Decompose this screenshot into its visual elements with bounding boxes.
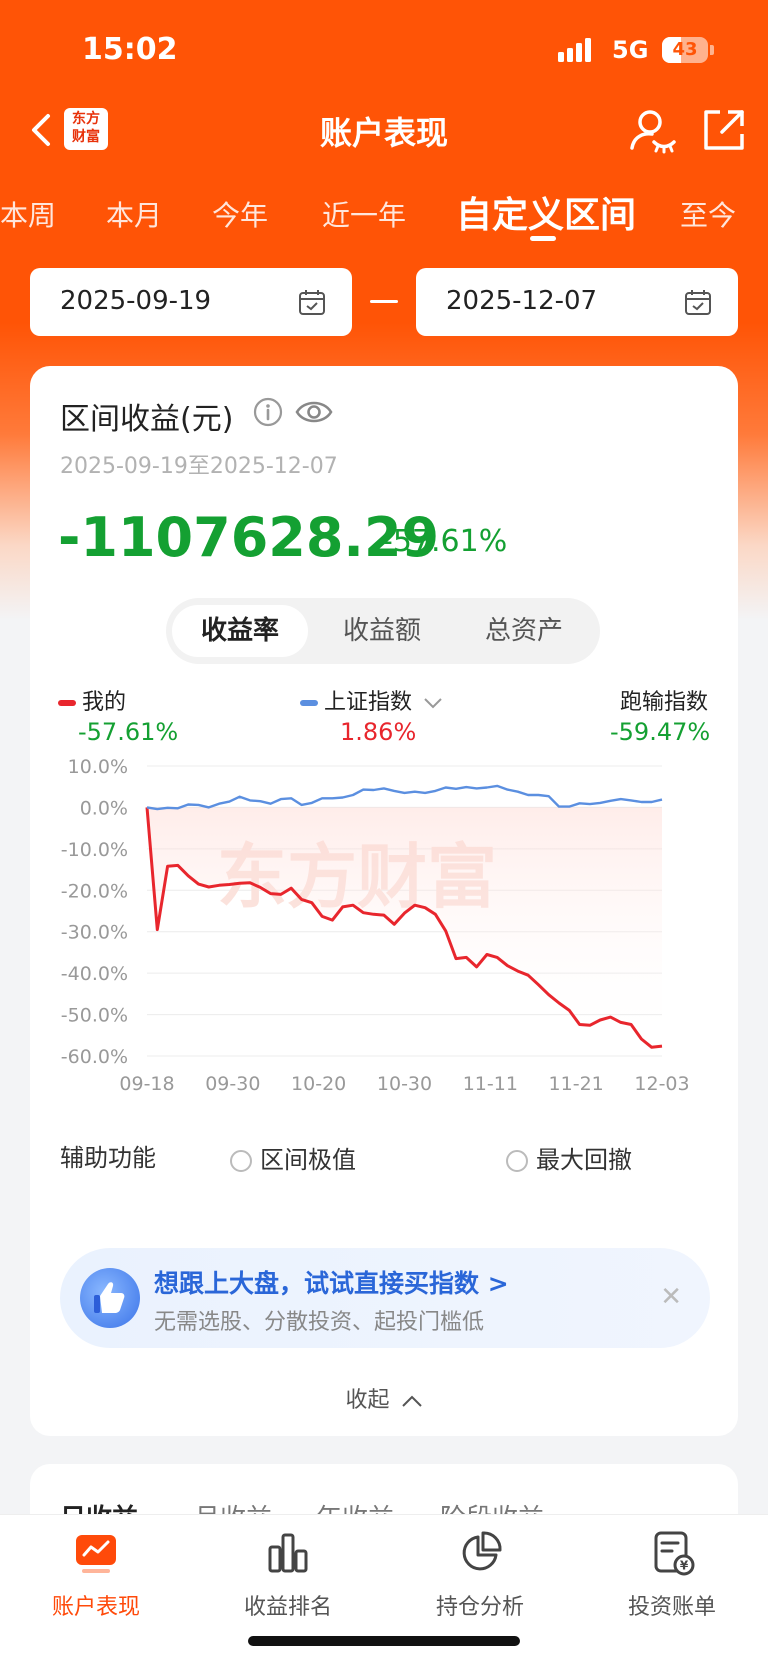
series-line-sse-index bbox=[146, 784, 663, 811]
x-tick-label: 09-30 bbox=[205, 1073, 260, 1095]
back-icon[interactable] bbox=[22, 110, 62, 150]
tab-return-ranking[interactable]: 收益排名 bbox=[192, 1529, 384, 1621]
end-date-picker[interactable]: 2025-12-07 bbox=[416, 268, 738, 336]
start-date-picker[interactable]: 2025-09-19 bbox=[30, 268, 352, 336]
y-tick-label: -30.0% bbox=[61, 922, 128, 944]
x-tick-label: 11-21 bbox=[549, 1073, 604, 1095]
legend-gap: 跑输指数 bbox=[620, 690, 709, 715]
status-time: 15:02 bbox=[82, 32, 178, 67]
battery-tip bbox=[710, 45, 714, 55]
tab-this-week[interactable]: 本周 bbox=[0, 194, 56, 234]
legend-mine-swatch bbox=[58, 700, 76, 706]
calendar-icon bbox=[299, 290, 325, 315]
tab-to-date[interactable]: 至今 bbox=[680, 194, 736, 234]
range-profit-percent: -57.61% bbox=[382, 524, 508, 559]
legend-mine: 我的 bbox=[58, 684, 126, 716]
chevron-up-icon bbox=[401, 1395, 422, 1407]
return-chart[interactable]: 东方财富 10.0%0.0%-10.0%-20.0%-30.0%-40.0%-5… bbox=[30, 736, 738, 1116]
end-date: 2025-12-07 bbox=[446, 286, 598, 316]
tab-account-performance[interactable]: 账户表现 bbox=[0, 1529, 192, 1621]
max-drawdown-option[interactable]: 最大回撤 bbox=[506, 1140, 632, 1175]
promo-title: 想跟上大盘，试试直接买指数 > bbox=[154, 1269, 509, 1298]
pie-chart-icon bbox=[462, 1531, 502, 1571]
y-tick-label: -10.0% bbox=[61, 839, 128, 861]
radio-circle bbox=[506, 1150, 528, 1172]
tab-custom-range[interactable]: 自定义区间 bbox=[456, 186, 636, 238]
summary-title: 区间收益(元) bbox=[60, 402, 234, 437]
y-tick-label: -20.0% bbox=[61, 880, 128, 902]
range-subtitle: 2025-09-19至2025-12-07 bbox=[60, 454, 338, 479]
index-promo-banner[interactable]: 想跟上大盘，试试直接买指数 > 无需选股、分散投资、起投门槛低 ✕ bbox=[60, 1248, 710, 1348]
home-indicator bbox=[248, 1636, 520, 1646]
x-tick-label: 12-03 bbox=[634, 1073, 689, 1095]
share-icon[interactable] bbox=[700, 106, 748, 154]
battery-level: 43 bbox=[672, 39, 698, 60]
tab-investment-bill[interactable]: ¥ 投资账单 bbox=[576, 1529, 768, 1621]
legend-index-selector[interactable]: 上证指数 bbox=[300, 684, 443, 716]
eye-icon[interactable] bbox=[294, 394, 334, 430]
tab-last-year[interactable]: 近一年 bbox=[322, 194, 406, 234]
tab-holding-analysis[interactable]: 持仓分析 bbox=[384, 1529, 576, 1621]
performance-chart-icon bbox=[76, 1535, 116, 1573]
tab-this-month[interactable]: 本月 bbox=[106, 194, 162, 234]
start-date: 2025-09-19 bbox=[60, 286, 212, 316]
x-tick-label: 09-18 bbox=[119, 1073, 174, 1095]
nav-bar: 账户表现 东方 财富 bbox=[0, 96, 768, 166]
user-privacy-icon[interactable] bbox=[628, 106, 676, 154]
date-separator bbox=[370, 300, 398, 303]
legend-index-swatch bbox=[300, 700, 318, 706]
range-extreme-option[interactable]: 区间极值 bbox=[230, 1140, 356, 1175]
y-tick-label: 0.0% bbox=[80, 797, 128, 819]
segment-return-rate[interactable]: 收益率 bbox=[172, 605, 308, 657]
info-icon[interactable] bbox=[252, 396, 284, 428]
segment-total-assets[interactable]: 总资产 bbox=[456, 605, 592, 657]
signal-icon bbox=[558, 38, 591, 62]
bill-icon: ¥ bbox=[654, 1531, 695, 1576]
x-tick-label: 10-20 bbox=[291, 1073, 346, 1095]
close-icon[interactable]: ✕ bbox=[660, 1282, 682, 1312]
radio-circle bbox=[230, 1150, 252, 1172]
network-type: 5G bbox=[612, 36, 649, 64]
active-tab-indicator bbox=[530, 236, 556, 241]
tab-this-year[interactable]: 今年 bbox=[212, 194, 268, 234]
bar-ranking-icon bbox=[268, 1533, 308, 1573]
chevron-down-icon bbox=[424, 698, 442, 709]
svg-text:¥: ¥ bbox=[680, 1559, 689, 1573]
x-tick-label: 11-11 bbox=[463, 1073, 518, 1095]
calendar-icon bbox=[685, 290, 711, 315]
y-tick-label: 10.0% bbox=[68, 756, 128, 778]
collapse-button[interactable]: 收起 bbox=[30, 1382, 738, 1414]
period-tabs: 本周 本月 今年 近一年 自定义区间 至今 bbox=[0, 180, 768, 241]
y-tick-label: -50.0% bbox=[61, 1005, 128, 1027]
series-area-mine bbox=[147, 807, 662, 1048]
thumbs-up-icon bbox=[80, 1268, 140, 1328]
metric-segmented-control: 收益率 收益额 总资产 bbox=[166, 598, 600, 664]
promo-subtitle: 无需选股、分散投资、起投门槛低 bbox=[154, 1310, 485, 1335]
app-logo: 东方 财富 bbox=[64, 108, 108, 150]
battery-icon: 43 bbox=[662, 37, 708, 63]
y-tick-label: -40.0% bbox=[61, 963, 128, 985]
y-tick-label: -60.0% bbox=[61, 1046, 128, 1068]
status-bar: 15:02 5G 43 bbox=[0, 0, 768, 100]
aux-functions-label: 辅助功能 bbox=[60, 1144, 156, 1172]
summary-card: 区间收益(元) 2025-09-19至2025-12-07 -1107628.2… bbox=[30, 366, 738, 1436]
x-tick-label: 10-30 bbox=[377, 1073, 432, 1095]
segment-return-amount[interactable]: 收益额 bbox=[314, 605, 450, 657]
